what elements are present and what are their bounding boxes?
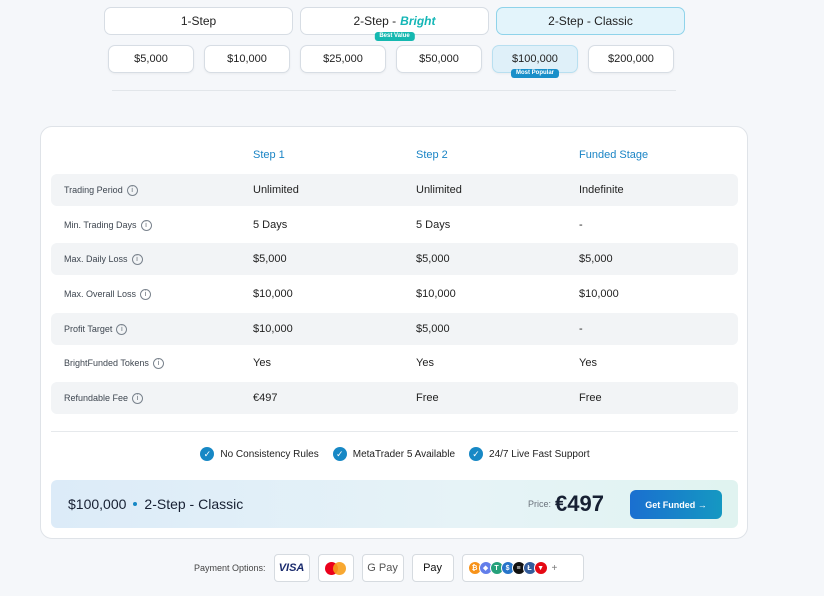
feature-item: ✓ No Consistency Rules <box>200 447 319 461</box>
mastercard-circle-orange <box>333 561 347 575</box>
feature-list: ✓ No Consistency Rules ✓ MetaTrader 5 Avai… <box>41 447 749 461</box>
tab-accent: Bright <box>400 14 436 28</box>
payment-options: Payment Options: VISA G Pay Pay ₿ ◆ T $ … <box>194 554 584 582</box>
summary-size: $100,000 <box>68 496 127 512</box>
account-size-selector: $5,000 $10,000 $25,000 $50,000 $100,000 … <box>108 45 674 78</box>
cell: $5,000 <box>416 253 450 265</box>
info-icon[interactable]: i <box>152 357 164 369</box>
cell: Free <box>416 392 439 404</box>
table-row: Min. Trading Days i 5 Days 5 Days - <box>51 209 738 241</box>
tab-2-step-classic[interactable]: 2-Step - Classic <box>496 7 685 35</box>
payment-label: Payment Options: <box>194 563 266 573</box>
size-25000-button[interactable]: $25,000 <box>300 45 386 73</box>
info-icon[interactable]: i <box>126 184 138 196</box>
check-icon: ✓ <box>469 447 484 461</box>
plan-details-card: Step 1 Step 2 Funded Stage Trading Perio… <box>40 126 748 539</box>
plan-tabs: 1-Step 2-Step - Bright Best Value 2-Step … <box>104 7 685 41</box>
size-label: $50,000 <box>419 53 459 65</box>
size-5000-button[interactable]: $5,000 <box>108 45 194 73</box>
price-value: €497 <box>555 491 604 516</box>
get-funded-button[interactable]: Get Funded → <box>630 490 722 519</box>
cell: $5,000 <box>253 253 287 265</box>
most-popular-badge: Most Popular <box>510 68 560 78</box>
info-icon[interactable]: i <box>131 253 143 265</box>
cell: Yes <box>416 357 434 369</box>
table-row: Max. Daily Loss i $5,000 $5,000 $5,000 <box>51 243 738 275</box>
cell: $10,000 <box>416 288 456 300</box>
cell: Free <box>579 392 602 404</box>
summary-plan: 2-Step - Classic <box>144 496 244 512</box>
feature-item: ✓ MetaTrader 5 Available <box>332 447 455 461</box>
cell: Yes <box>579 357 597 369</box>
cell: $10,000 <box>579 288 619 300</box>
best-value-badge: Best Value <box>374 31 415 41</box>
size-label: $200,000 <box>608 53 654 65</box>
size-label: $100,000 <box>512 53 558 65</box>
info-icon[interactable]: i <box>132 392 144 404</box>
row-label: Min. Trading Days i <box>64 209 152 241</box>
cell: $5,000 <box>416 323 450 335</box>
size-100000-button[interactable]: $100,000 Most Popular <box>492 45 578 78</box>
table-row: Max. Overall Loss i $10,000 $10,000 $10,0… <box>51 278 738 310</box>
cell: Indefinite <box>579 184 624 196</box>
row-label: Refundable Fee i <box>64 382 144 414</box>
tab-label: 2-Step - <box>353 14 397 28</box>
cell: Unlimited <box>416 184 462 196</box>
row-label: Profit Target i <box>64 313 128 345</box>
tab-1-step[interactable]: 1-Step <box>104 7 293 35</box>
summary-title: $100,000 2-Step - Classic <box>68 480 243 528</box>
info-icon[interactable]: i <box>116 323 128 335</box>
row-label: Trading Period i <box>64 174 138 206</box>
info-icon[interactable]: i <box>140 219 152 231</box>
feature-item: ✓ 24/7 Live Fast Support <box>469 447 590 461</box>
column-step-1: Step 1 <box>253 149 285 161</box>
table-row: BrightFunded Tokens i Yes Yes Yes <box>51 347 738 379</box>
size-50000-button[interactable]: $50,000 <box>396 45 482 73</box>
tab-label: 2-Step - Classic <box>548 14 633 28</box>
cell: €497 <box>253 392 278 404</box>
divider <box>51 431 738 432</box>
order-summary: $100,000 2-Step - Classic Price: €497 Ge… <box>51 480 738 528</box>
size-10000-button[interactable]: $10,000 <box>204 45 290 73</box>
cell: - <box>579 219 583 231</box>
mastercard-logo <box>317 554 354 582</box>
size-label: $10,000 <box>227 53 267 65</box>
price-label: Price: <box>528 499 552 509</box>
cell: Yes <box>253 357 271 369</box>
table-row: Refundable Fee i €497 Free Free <box>51 382 738 414</box>
size-label: $5,000 <box>134 53 168 65</box>
crypto-logos: ₿ ◆ T $ ≡ Ł ▼ + <box>461 554 584 582</box>
table-row: Trading Period i Unlimited Unlimited Inde… <box>51 174 738 206</box>
visa-logo: VISA <box>273 554 310 582</box>
divider <box>112 90 676 91</box>
cell: Unlimited <box>253 184 299 196</box>
size-label: $25,000 <box>323 53 363 65</box>
cell: 5 Days <box>416 219 451 231</box>
info-icon[interactable]: i <box>140 288 152 300</box>
cell: $5,000 <box>579 253 613 265</box>
more-icon: + <box>551 562 558 574</box>
cell: $10,000 <box>253 323 293 335</box>
table-row: Profit Target i $10,000 $5,000 - <box>51 313 738 345</box>
check-icon: ✓ <box>200 447 215 461</box>
dot-separator <box>133 502 138 506</box>
row-label: Max. Overall Loss i <box>64 278 152 310</box>
tab-2-step-bright[interactable]: 2-Step - Bright Best Value <box>300 7 489 41</box>
row-label: BrightFunded Tokens i <box>64 347 164 379</box>
column-step-2: Step 2 <box>416 149 448 161</box>
cell: - <box>579 323 583 335</box>
column-funded-stage: Funded Stage <box>579 149 649 161</box>
check-icon: ✓ <box>332 447 347 461</box>
apple-pay-logo: Pay <box>411 554 454 582</box>
cell: 5 Days <box>253 219 288 231</box>
tron-icon: ▼ <box>533 561 548 575</box>
tab-label: 1-Step <box>180 14 217 28</box>
size-200000-button[interactable]: $200,000 <box>588 45 674 73</box>
row-label: Max. Daily Loss i <box>64 243 143 275</box>
google-pay-logo: G Pay <box>361 554 404 582</box>
cell: $10,000 <box>253 288 293 300</box>
